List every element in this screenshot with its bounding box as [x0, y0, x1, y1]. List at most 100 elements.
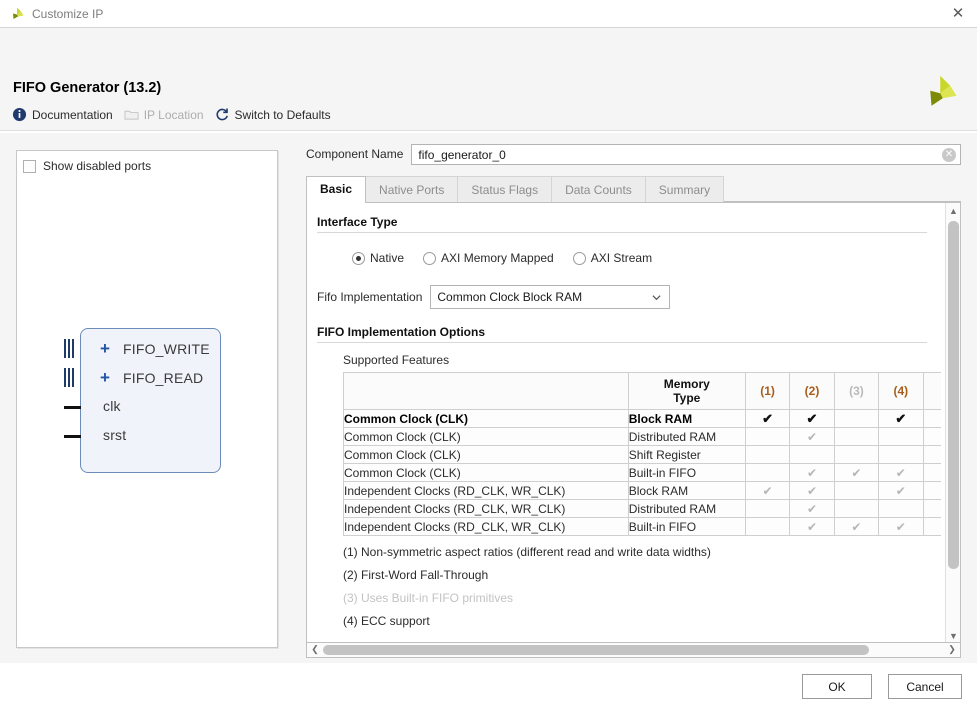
cell-feature-1	[745, 428, 789, 446]
fifo-options-divider	[317, 342, 927, 343]
table-row: Common Clock (CLK)Distributed RAM✔	[344, 428, 942, 446]
tab-basic[interactable]: Basic	[306, 176, 366, 203]
cell-feature-2	[790, 446, 834, 464]
cell-feature-2: ✔	[790, 518, 834, 536]
basic-tab-scroll-inner: Interface Type Native AXI Memory Mapped …	[307, 203, 941, 643]
clear-circle-icon[interactable]: ✕	[942, 148, 956, 162]
cell-clock-domain: Common Clock (CLK)	[344, 428, 629, 446]
interface-type-heading: Interface Type	[317, 215, 941, 229]
xilinx-logo-icon	[9, 6, 25, 22]
supported-features-table: MemoryType (1) (2) (3) (4) ( Common Cloc…	[343, 372, 941, 536]
cell-feature-5	[923, 500, 941, 518]
cell-feature-4: ✔	[879, 464, 923, 482]
fifo-implementation-select[interactable]: Common Clock Block RAM	[430, 285, 670, 309]
table-row: Independent Clocks (RD_CLK, WR_CLK)Block…	[344, 482, 942, 500]
cell-memory-type: Distributed RAM	[628, 428, 745, 446]
cell-feature-4	[879, 500, 923, 518]
folder-icon	[124, 107, 139, 122]
cell-feature-2: ✔	[790, 464, 834, 482]
vertical-scrollbar[interactable]: ▲ ▼	[945, 203, 960, 643]
horizontal-scroll-thumb[interactable]	[323, 645, 869, 655]
interface-type-divider	[317, 232, 927, 233]
vertical-scroll-thumb[interactable]	[948, 221, 959, 569]
radio-axi-stream[interactable]	[573, 252, 586, 265]
close-icon[interactable]: ✕	[947, 3, 969, 25]
chevron-left-icon[interactable]: ❮	[308, 643, 322, 656]
bus-connector-fifo-read	[64, 368, 77, 387]
chevron-down-icon[interactable]: ▼	[946, 628, 961, 643]
cell-feature-4: ✔	[879, 482, 923, 500]
expand-fifo-read-icon[interactable]: +	[100, 369, 110, 386]
th-feature-4: (4)	[879, 373, 923, 410]
cell-memory-type: Block RAM	[628, 410, 745, 428]
table-row: Common Clock (CLK)Block RAM✔✔✔·	[344, 410, 942, 428]
ip-symbol-diagram: + FIFO_WRITE + FIFO_READ clk srst	[17, 311, 277, 511]
footnote-4: (4) ECC support	[343, 614, 941, 628]
chevron-right-icon[interactable]: ❯	[945, 643, 959, 656]
tab-summary[interactable]: Summary	[646, 176, 724, 202]
xilinx-logo-icon	[919, 72, 959, 112]
cell-feature-5: ·	[923, 410, 941, 428]
component-name-field[interactable]: ✕	[411, 144, 961, 165]
switch-to-defaults-label: Switch to Defaults	[235, 108, 331, 122]
ok-button[interactable]: OK	[802, 674, 872, 699]
component-name-label: Component Name	[306, 147, 403, 161]
cell-memory-type: Shift Register	[628, 446, 745, 464]
th-memory-type: MemoryType	[628, 373, 745, 410]
cell-memory-type: Built-in FIFO	[628, 518, 745, 536]
documentation-label: Documentation	[32, 108, 113, 122]
cell-feature-2: ✔	[790, 410, 834, 428]
cell-memory-type: Distributed RAM	[628, 500, 745, 518]
th-feature-3: (3)	[834, 373, 878, 410]
dialog-body: Show disabled ports + FIFO_WRITE + FIFO_…	[0, 133, 977, 663]
cell-feature-5	[923, 464, 941, 482]
pin-connector-clk	[64, 406, 81, 409]
cancel-button[interactable]: Cancel	[888, 674, 962, 699]
footnote-2: (2) First-Word Fall-Through	[343, 568, 941, 582]
cell-clock-domain: Independent Clocks (RD_CLK, WR_CLK)	[344, 500, 629, 518]
radio-axi-memory-mapped[interactable]	[423, 252, 436, 265]
cell-feature-1	[745, 446, 789, 464]
cell-clock-domain: Independent Clocks (RD_CLK, WR_CLK)	[344, 482, 629, 500]
cell-feature-5	[923, 482, 941, 500]
window-title: Customize IP	[32, 7, 947, 21]
radio-native-label: Native	[370, 251, 404, 265]
footnote-1: (1) Non-symmetric aspect ratios (differe…	[343, 545, 941, 559]
th-feature-1: (1)	[745, 373, 789, 410]
ip-location-label: IP Location	[144, 108, 204, 122]
supported-features-caption: Supported Features	[343, 353, 941, 367]
tab-native-ports[interactable]: Native Ports	[366, 176, 458, 202]
radio-native[interactable]	[352, 252, 365, 265]
th-feature-2: (2)	[790, 373, 834, 410]
table-row: Independent Clocks (RD_CLK, WR_CLK)Built…	[344, 518, 942, 536]
cell-clock-domain: Common Clock (CLK)	[344, 410, 629, 428]
cell-feature-2: ✔	[790, 500, 834, 518]
config-tabs: Basic Native Ports Status Flags Data Cou…	[306, 175, 961, 203]
header-toolbar: Documentation IP Location Switch to Defa…	[8, 105, 338, 124]
switch-to-defaults-button[interactable]: Switch to Defaults	[211, 105, 338, 124]
info-icon	[12, 107, 27, 122]
chevron-up-icon[interactable]: ▲	[946, 203, 961, 218]
show-disabled-ports-checkbox[interactable]: Show disabled ports	[23, 159, 151, 173]
checkbox-box	[23, 160, 36, 173]
port-label-fifo-read: FIFO_READ	[123, 370, 203, 386]
footnote-list: (1) Non-symmetric aspect ratios (differe…	[307, 545, 941, 628]
documentation-button[interactable]: Documentation	[8, 105, 120, 124]
cell-feature-4	[879, 428, 923, 446]
expand-fifo-write-icon[interactable]: +	[100, 340, 110, 357]
fifo-implementation-value: Common Clock Block RAM	[437, 290, 582, 304]
cell-feature-3	[834, 410, 878, 428]
table-row: Common Clock (CLK)Shift Register	[344, 446, 942, 464]
interface-type-radio-group: Native AXI Memory Mapped AXI Stream	[352, 251, 941, 265]
tab-data-counts[interactable]: Data Counts	[552, 176, 646, 202]
cell-clock-domain: Common Clock (CLK)	[344, 446, 629, 464]
cell-feature-3	[834, 446, 878, 464]
fifo-options-heading: FIFO Implementation Options	[317, 325, 941, 339]
port-label-fifo-write: FIFO_WRITE	[123, 341, 210, 357]
component-name-input[interactable]	[416, 145, 938, 166]
horizontal-scrollbar[interactable]: ❮ ❯	[306, 643, 961, 658]
cell-feature-1: ✔	[745, 410, 789, 428]
cell-memory-type: Built-in FIFO	[628, 464, 745, 482]
ip-location-button[interactable]: IP Location	[120, 105, 211, 124]
tab-status-flags[interactable]: Status Flags	[458, 176, 552, 202]
